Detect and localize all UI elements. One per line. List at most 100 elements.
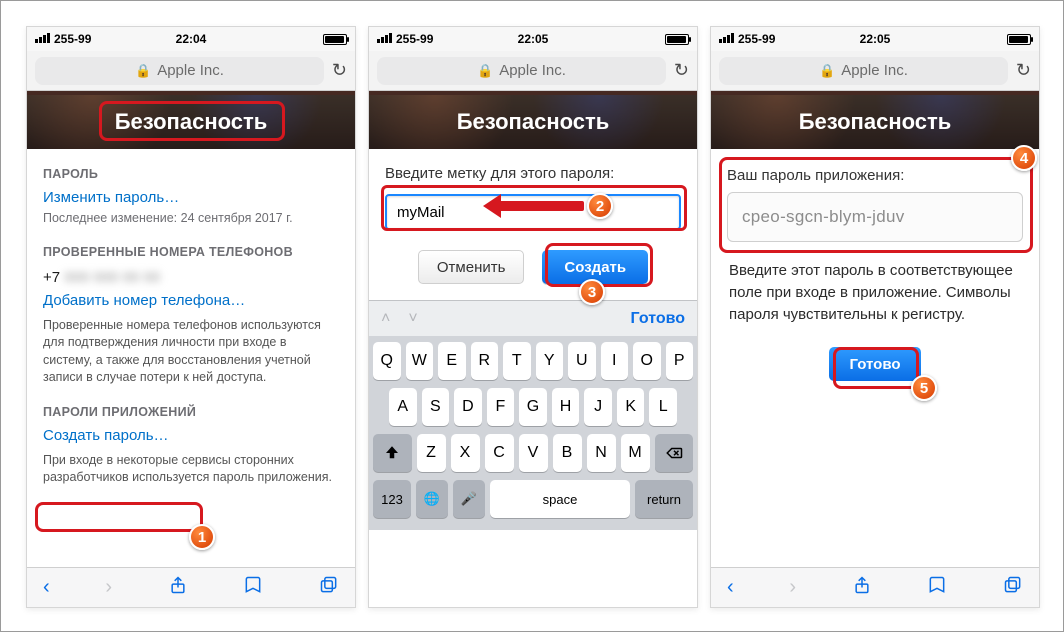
key-s[interactable]: S: [422, 388, 450, 426]
key-u[interactable]: U: [568, 342, 596, 380]
reload-icon[interactable]: ↻: [332, 60, 347, 81]
space-key[interactable]: space: [490, 480, 630, 518]
label-password-form: Введите метку для этого пароля: Отменить…: [369, 149, 697, 300]
key-b[interactable]: B: [553, 434, 582, 472]
password-instructions: Введите этот пароль в соответствующее по…: [711, 242, 1039, 325]
section-phones-header: ПРОВЕРЕННЫЕ НОМЕРА ТЕЛЕФОНОВ: [27, 227, 355, 263]
forward-icon: ›: [789, 576, 796, 599]
step-badge-5: 5: [911, 375, 937, 401]
url-host: Apple Inc.: [499, 62, 566, 79]
screenshot-3: 255-99 22:05 🔒 Apple Inc. ↻ Безопасность…: [710, 26, 1040, 608]
clock: 22:04: [27, 32, 355, 46]
cancel-button[interactable]: Отменить: [418, 250, 525, 284]
page-title: Безопасность: [457, 109, 610, 135]
clock: 22:05: [711, 32, 1039, 46]
back-icon[interactable]: ‹: [43, 576, 50, 599]
return-key[interactable]: return: [635, 480, 693, 518]
key-w[interactable]: W: [406, 342, 434, 380]
globe-key[interactable]: 🌐: [416, 480, 448, 518]
share-icon[interactable]: [852, 575, 872, 601]
battery-icon: [665, 34, 689, 45]
screenshot-1: 255-99 22:04 🔒 Apple Inc. ↻ Безопасность…: [26, 26, 356, 608]
key-n[interactable]: N: [587, 434, 616, 472]
next-field-icon[interactable]: ˅: [408, 310, 417, 328]
highlight-create-password: [35, 502, 203, 532]
tabs-icon[interactable]: [319, 575, 339, 601]
url-pill[interactable]: 🔒 Apple Inc.: [377, 57, 666, 85]
key-x[interactable]: X: [451, 434, 480, 472]
step-badge-2: 2: [587, 193, 613, 219]
change-password-link[interactable]: Изменить пароль…: [43, 189, 179, 206]
url-pill[interactable]: 🔒 Apple Inc.: [719, 57, 1008, 85]
key-o[interactable]: O: [633, 342, 661, 380]
lock-icon: 🔒: [819, 63, 835, 79]
battery-icon: [1007, 34, 1031, 45]
create-password-link[interactable]: Создать пароль…: [43, 427, 169, 444]
back-icon[interactable]: ‹: [727, 576, 734, 599]
status-bar: 255-99 22:04: [27, 27, 355, 51]
phone-blurred: 000 000 00 00: [64, 269, 160, 286]
bookmarks-icon[interactable]: [927, 575, 947, 601]
key-q[interactable]: Q: [373, 342, 401, 380]
key-m[interactable]: M: [621, 434, 650, 472]
backspace-key[interactable]: [655, 434, 694, 472]
reload-icon[interactable]: ↻: [674, 60, 689, 81]
ios-keyboard[interactable]: Q W E R T Y U I O P A S D F G H J K L Z: [369, 336, 697, 530]
safari-url-bar[interactable]: 🔒 Apple Inc. ↻: [369, 51, 697, 91]
safari-bottom-toolbar: ‹ ›: [711, 567, 1039, 607]
share-icon[interactable]: [168, 575, 188, 601]
key-z[interactable]: Z: [417, 434, 446, 472]
key-f[interactable]: F: [487, 388, 515, 426]
key-d[interactable]: D: [454, 388, 482, 426]
prev-field-icon[interactable]: ˄: [381, 310, 390, 328]
status-bar: 255-99 22:05: [711, 27, 1039, 51]
page-banner: Безопасность: [27, 91, 355, 149]
key-a[interactable]: A: [389, 388, 417, 426]
key-r[interactable]: R: [471, 342, 499, 380]
step-badge-4: 4: [1011, 145, 1037, 171]
reload-icon[interactable]: ↻: [1016, 60, 1031, 81]
key-v[interactable]: V: [519, 434, 548, 472]
key-g[interactable]: G: [519, 388, 547, 426]
key-e[interactable]: E: [438, 342, 466, 380]
page-title: Безопасность: [799, 109, 952, 135]
screenshot-2: 255-99 22:05 🔒 Apple Inc. ↻ Безопасность…: [368, 26, 698, 608]
mic-key[interactable]: 🎤: [453, 480, 485, 518]
page-banner: Безопасность: [711, 91, 1039, 149]
step-badge-3: 3: [579, 279, 605, 305]
url-pill[interactable]: 🔒 Apple Inc.: [35, 57, 324, 85]
generated-password-value[interactable]: cpeo-sgcn-blym-jduv: [727, 192, 1023, 242]
url-host: Apple Inc.: [157, 62, 224, 79]
tabs-icon[interactable]: [1003, 575, 1023, 601]
section-password-header: ПАРОЛЬ: [27, 149, 355, 185]
key-j[interactable]: J: [584, 388, 612, 426]
shift-key[interactable]: [373, 434, 412, 472]
key-y[interactable]: Y: [536, 342, 564, 380]
bookmarks-icon[interactable]: [243, 575, 263, 601]
key-k[interactable]: K: [617, 388, 645, 426]
lock-icon: 🔒: [135, 63, 151, 79]
password-label-input[interactable]: [385, 194, 681, 230]
key-h[interactable]: H: [552, 388, 580, 426]
done-button[interactable]: Готово: [829, 347, 920, 381]
key-i[interactable]: I: [601, 342, 629, 380]
key-l[interactable]: L: [649, 388, 677, 426]
section-app-passwords-header: ПАРОЛИ ПРИЛОЖЕНИЙ: [27, 387, 355, 423]
key-p[interactable]: P: [666, 342, 694, 380]
page-title: Безопасность: [115, 109, 268, 135]
step-badge-1: 1: [189, 524, 215, 550]
key-t[interactable]: T: [503, 342, 531, 380]
safari-url-bar[interactable]: 🔒 Apple Inc. ↻: [711, 51, 1039, 91]
clock: 22:05: [369, 32, 697, 46]
lock-icon: 🔒: [477, 63, 493, 79]
numeric-key[interactable]: 123: [373, 480, 411, 518]
label-prompt: Введите метку для этого пароля:: [385, 165, 681, 182]
keyboard-done-button[interactable]: Готово: [631, 310, 685, 328]
settings-content: ПАРОЛЬ Изменить пароль… Последнее измене…: [27, 149, 355, 487]
safari-url-bar[interactable]: 🔒 Apple Inc. ↻: [27, 51, 355, 91]
add-phone-link[interactable]: Добавить номер телефона…: [43, 292, 245, 309]
key-c[interactable]: C: [485, 434, 514, 472]
generated-password-label: Ваш пароль приложения:: [727, 167, 1023, 184]
trusted-phone-row: +7 000 000 00 00: [27, 263, 355, 288]
status-bar: 255-99 22:05: [369, 27, 697, 51]
